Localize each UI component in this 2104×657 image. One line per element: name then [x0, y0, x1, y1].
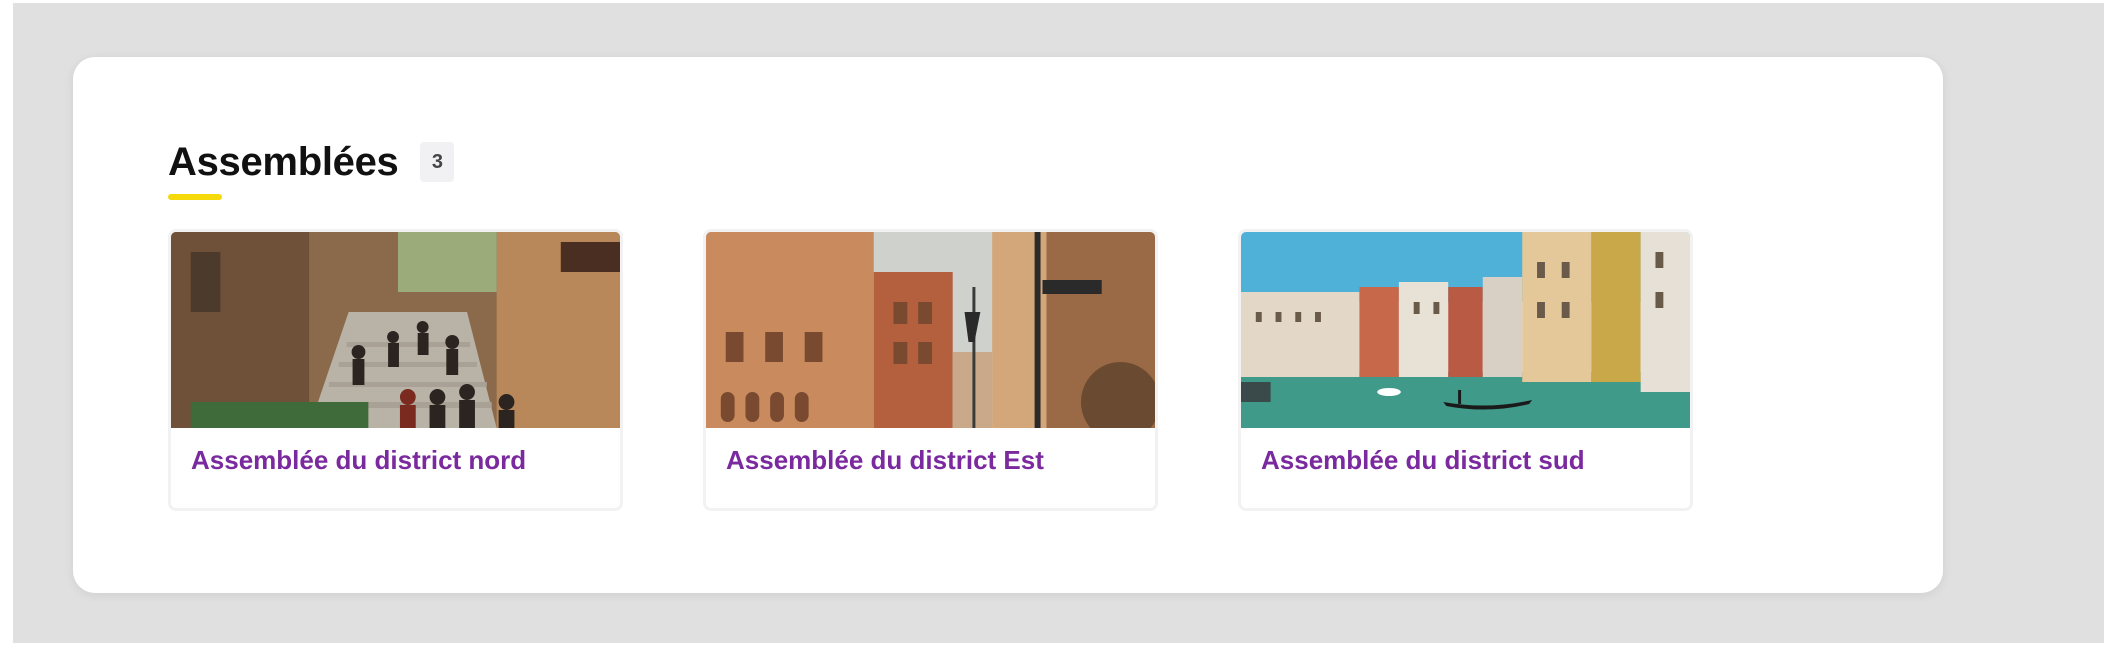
assembly-card-est[interactable]: Assemblée du district Est [703, 229, 1158, 511]
assembly-card-sud[interactable]: Assemblée du district sud [1238, 229, 1693, 511]
card-title-link[interactable]: Assemblée du district Est [706, 428, 1155, 476]
assembly-card-list: Assemblée du district nord Assemblée du … [168, 229, 1693, 511]
section-header: Assemblées 3 [168, 138, 455, 186]
title-underline [168, 194, 222, 200]
assembly-card-nord[interactable]: Assemblée du district nord [168, 229, 623, 511]
count-badge: 3 [420, 142, 455, 182]
card-image-nord [171, 232, 620, 428]
card-image-sud [1241, 232, 1690, 428]
section-title: Assemblées [168, 140, 399, 184]
card-title-link[interactable]: Assemblée du district nord [171, 428, 620, 476]
card-image-est [706, 232, 1155, 428]
card-title-link[interactable]: Assemblée du district sud [1241, 428, 1690, 476]
